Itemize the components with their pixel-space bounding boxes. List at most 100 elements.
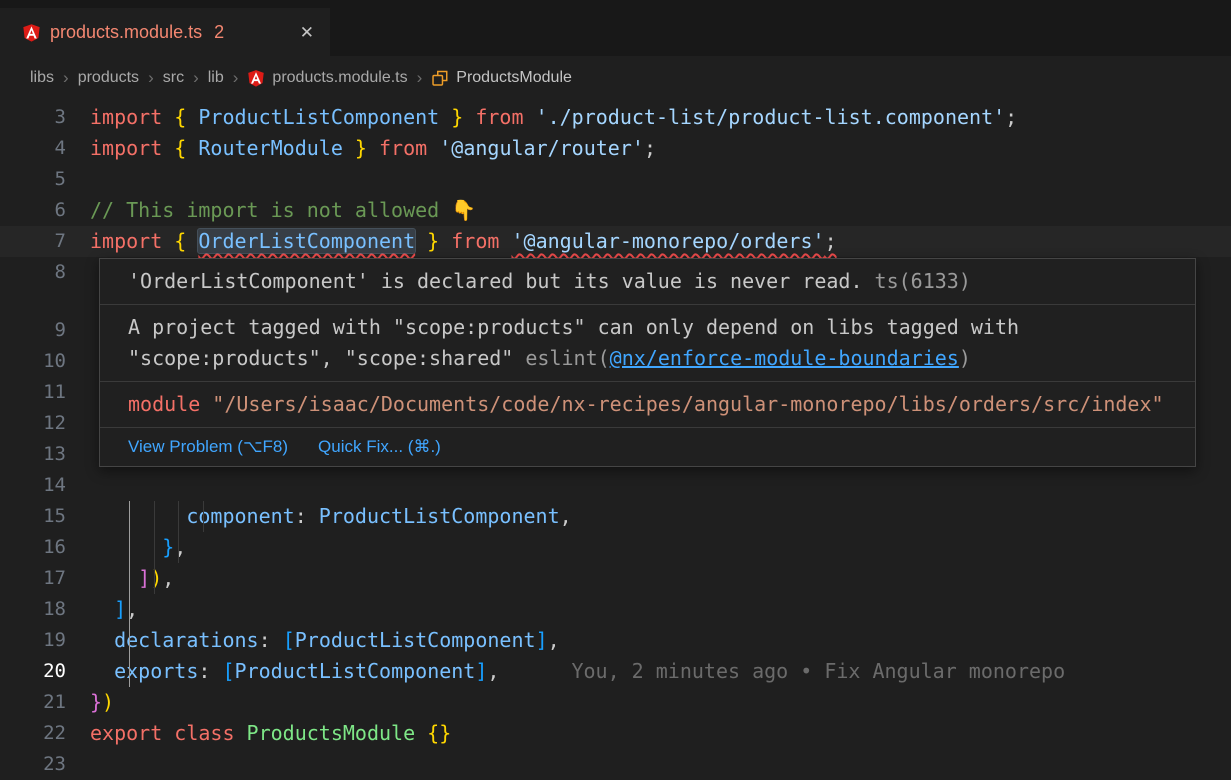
chevron-right-icon: ›: [63, 68, 69, 88]
code-token: [90, 597, 114, 621]
tab-title: products.module.ts: [50, 22, 202, 43]
code-token: 👇: [451, 198, 476, 222]
code-line-18: 18 ],: [0, 594, 1231, 625]
class-symbol-icon: [431, 69, 449, 87]
code-token: ProductListComponent: [235, 659, 476, 683]
code-token: declarations: [114, 628, 259, 652]
code-content: ],: [90, 594, 1231, 625]
hover-text: ): [959, 346, 971, 370]
angular-icon: [22, 23, 41, 42]
code-token: export: [90, 721, 174, 745]
line-number: 5: [0, 164, 90, 195]
eslint-rule-link[interactable]: @nx/enforce-module-boundaries: [610, 346, 959, 370]
hover-action-quick-fix[interactable]: Quick Fix... (⌘.): [318, 435, 441, 459]
chevron-right-icon: ›: [148, 68, 154, 88]
code-token: :: [198, 659, 222, 683]
line-number: 14: [0, 470, 90, 501]
code-content: [90, 164, 1231, 195]
line-number: 21: [0, 687, 90, 718]
code-line-19: 19 declarations: [ProductListComponent],: [0, 625, 1231, 656]
line-number: 12: [0, 408, 90, 439]
breadcrumb-item-src[interactable]: src: [163, 69, 184, 87]
error-hover-popup: 'OrderListComponent' is declared but its…: [99, 258, 1196, 467]
code-token: ]: [138, 566, 150, 590]
breadcrumb-item-lib[interactable]: lib: [208, 69, 224, 87]
code-token: {: [174, 229, 198, 253]
code-line-22: 22export class ProductsModule {}: [0, 718, 1231, 749]
hover-section-module-path: module "/Users/isaac/Documents/code/nx-r…: [100, 382, 1195, 428]
editor-tab-products-module[interactable]: products.module.ts 2 ✕: [0, 8, 330, 56]
code-content: },: [90, 532, 1231, 563]
code-token: ): [150, 566, 162, 590]
breadcrumb-item-products[interactable]: products: [78, 69, 139, 87]
code-line-20: 20 exports: [ProductListComponent],You, …: [0, 656, 1231, 687]
code-token: [: [283, 628, 295, 652]
line-number: 11: [0, 377, 90, 408]
git-blame-annotation: You, 2 minutes ago • Fix Angular monorep…: [571, 659, 1065, 683]
code-content: import { RouterModule } from '@angular/r…: [90, 133, 1231, 164]
line-number: 3: [0, 102, 90, 133]
code-content: ]),: [90, 563, 1231, 594]
code-token: ;: [825, 229, 837, 253]
code-content: component: ProductListComponent,: [90, 501, 1231, 532]
chevron-right-icon: ›: [233, 68, 239, 88]
breadcrumb-label: products.module.ts: [272, 69, 407, 87]
code-token: ,: [560, 504, 572, 528]
code-token: ;: [1005, 105, 1017, 129]
code-token: from: [379, 136, 439, 160]
tab-close-button[interactable]: ✕: [300, 24, 314, 41]
vscode-window: products.module.ts 2 ✕ libs › products › src…: [0, 0, 1231, 780]
code-token: ProductListComponent: [319, 504, 560, 528]
code-token: [90, 628, 114, 652]
indent-guide: [178, 501, 179, 563]
hover-text: "/Users/isaac/Documents/code/nx-recipes/…: [200, 392, 1163, 416]
code-token: ]: [475, 659, 487, 683]
code-editor[interactable]: 3import { ProductListComponent } from '.…: [0, 100, 1231, 780]
angular-icon: [247, 69, 265, 87]
hover-sections: 'OrderListComponent' is declared but its…: [100, 259, 1195, 428]
line-number: 22: [0, 718, 90, 749]
indent-guide: [154, 501, 155, 594]
code-content: [90, 749, 1231, 780]
line-number: 13: [0, 439, 90, 470]
code-token: ProductListComponent: [295, 628, 536, 652]
code-line-23: 23: [0, 749, 1231, 780]
code-content: exports: [ProductListComponent],You, 2 m…: [90, 656, 1231, 687]
breadcrumb-item-productsmodule[interactable]: ProductsModule: [431, 69, 572, 87]
code-content: declarations: [ProductListComponent],: [90, 625, 1231, 656]
code-token: ,: [162, 566, 174, 590]
code-line-6: 6// This import is not allowed 👇: [0, 195, 1231, 226]
line-number: 10: [0, 346, 90, 377]
breadcrumb-label: lib: [208, 69, 224, 87]
line-number: 18: [0, 594, 90, 625]
code-line-15: 15 component: ProductListComponent,: [0, 501, 1231, 532]
code-token: {: [174, 105, 198, 129]
code-token: ,: [174, 535, 186, 559]
code-token: }: [343, 136, 379, 160]
breadcrumb-item-products-module-ts[interactable]: products.module.ts: [247, 69, 407, 87]
code-line-7: 7import { OrderListComponent } from '@an…: [0, 226, 1231, 257]
indent-guide-active: [129, 501, 130, 687]
code-token: ]: [536, 628, 548, 652]
code-token: [90, 535, 162, 559]
breadcrumb-label: ProductsModule: [456, 69, 572, 87]
code-token: './product-list/product-list.component': [536, 105, 1006, 129]
breadcrumb-item-libs[interactable]: libs: [30, 69, 54, 87]
line-number: 15: [0, 501, 90, 532]
code-token: }: [162, 535, 174, 559]
code-content: [90, 470, 1231, 501]
code-token: from: [451, 229, 511, 253]
tab-problems-badge: 2: [214, 22, 224, 43]
code-token: // This import is not allowed: [90, 198, 451, 222]
code-content: // This import is not allowed 👇: [90, 195, 1231, 226]
code-token: [90, 566, 138, 590]
code-token: ,: [126, 597, 138, 621]
code-token: ): [102, 690, 114, 714]
line-number: 23: [0, 749, 90, 780]
breadcrumb-label: products: [78, 69, 139, 87]
hover-section-ts-diagnostic: 'OrderListComponent' is declared but its…: [100, 259, 1195, 305]
code-token: import: [90, 105, 174, 129]
hover-action-view-problem[interactable]: View Problem (⌥F8): [128, 435, 288, 459]
code-content: import { OrderListComponent } from '@ang…: [90, 226, 1231, 257]
code-token: ;: [644, 136, 656, 160]
